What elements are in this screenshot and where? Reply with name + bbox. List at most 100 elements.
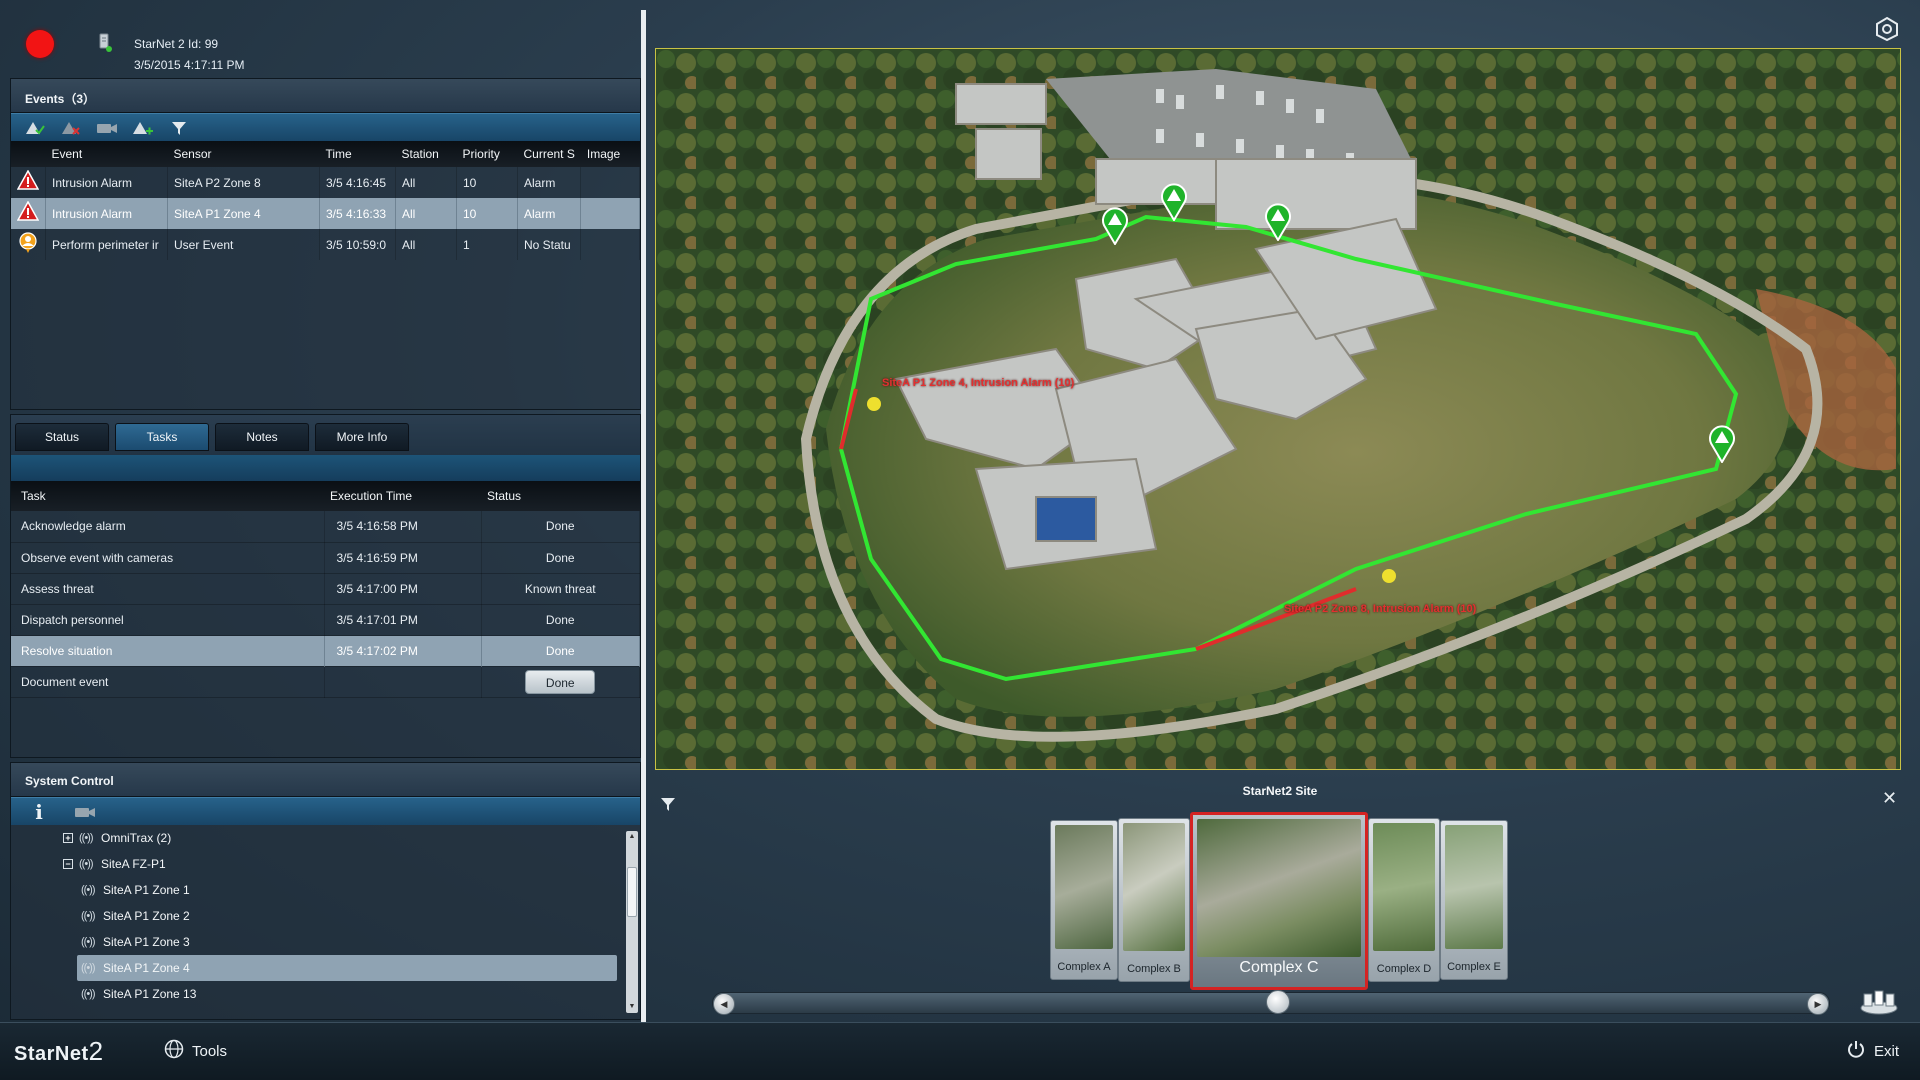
filter-icon[interactable] — [660, 796, 676, 815]
scroll-thumb[interactable] — [627, 867, 637, 917]
site-card[interactable]: Complex E — [1440, 820, 1508, 980]
exit-button[interactable]: Exit — [1846, 1039, 1899, 1063]
tree-item[interactable]: ((•)) SiteA P1 Zone 3 — [11, 929, 621, 955]
event-image — [580, 167, 640, 198]
tab-notes[interactable]: Notes — [215, 423, 309, 451]
add-event-icon[interactable] — [131, 118, 155, 138]
event-status: Alarm — [517, 167, 582, 198]
scroll-down-icon[interactable]: ▼ — [627, 1002, 637, 1012]
task-time: 3/5 4:17:00 PM — [324, 573, 482, 605]
green-alarm-marker-icon[interactable] — [1264, 203, 1292, 241]
event-time: 3/5 10:59:0 — [319, 229, 396, 260]
events-col-time[interactable]: Time — [319, 141, 396, 167]
alarm-label-zone4[interactable]: SiteA P1 Zone 4, Intrusion Alarm (10) — [882, 377, 1074, 389]
site-card[interactable]: Complex D — [1368, 818, 1440, 982]
tab-status[interactable]: Status — [15, 423, 109, 451]
carousel-view-icon[interactable] — [1858, 988, 1900, 1018]
events-panel: Events（3） Event Sensor Time Station Prio… — [10, 78, 641, 410]
event-time: 3/5 4:16:33 — [319, 198, 396, 229]
site-card[interactable]: Complex A — [1050, 820, 1118, 980]
event-row[interactable]: Intrusion Alarm SiteA P2 Zone 8 3/5 4:16… — [11, 167, 640, 198]
event-image — [580, 229, 640, 260]
task-name: Resolve situation — [11, 635, 325, 667]
task-row[interactable]: Assess threat 3/5 4:17:00 PM Known threa… — [11, 573, 640, 605]
events-col-event[interactable]: Event — [45, 141, 168, 167]
task-status: Done — [481, 635, 640, 667]
info-icon[interactable]: i — [27, 800, 51, 824]
tree-item-label: SiteA FZ-P1 — [101, 857, 166, 871]
close-icon[interactable]: ✕ — [1882, 788, 1897, 809]
task-row[interactable]: Document event Done — [11, 666, 640, 698]
sensor-icon: ((•)) — [79, 832, 94, 844]
acknowledge-icon[interactable] — [23, 118, 47, 138]
task-row[interactable]: Acknowledge alarm 3/5 4:16:58 PM Done — [11, 511, 640, 543]
camera-icon[interactable] — [95, 118, 119, 138]
tree-item[interactable]: + ((•)) OmniTrax (2) — [11, 825, 621, 851]
green-alarm-marker-icon[interactable] — [1160, 183, 1188, 221]
green-alarm-marker-icon[interactable] — [1708, 425, 1736, 463]
done-button[interactable]: Done — [525, 669, 596, 694]
sensor-icon: ((•)) — [81, 884, 96, 896]
slider-thumb[interactable] — [1266, 990, 1290, 1014]
events-col-sensor[interactable]: Sensor — [167, 141, 320, 167]
tools-menu-button[interactable]: Tools — [164, 1039, 227, 1063]
site-card-label: Complex A — [1057, 961, 1111, 973]
event-sensor: User Event — [167, 229, 320, 260]
events-col-image[interactable]: Image — [580, 141, 640, 167]
tree-item-label: OmniTrax (2) — [101, 831, 172, 845]
tasks-col-task[interactable]: Task — [11, 481, 324, 511]
event-station: All — [395, 229, 457, 260]
task-name: Observe event with cameras — [11, 542, 325, 574]
tasks-col-status[interactable]: Status — [481, 481, 640, 511]
site-thumbnail — [1055, 825, 1113, 949]
collapse-icon[interactable]: − — [63, 859, 73, 869]
task-status: Done — [481, 542, 640, 574]
tree-item-label: SiteA P1 Zone 2 — [103, 909, 190, 923]
tree-item[interactable]: ((•)) SiteA P1 Zone 2 — [11, 903, 621, 929]
task-row[interactable]: Dispatch personnel 3/5 4:17:01 PM Done — [11, 604, 640, 636]
camera-icon[interactable] — [73, 802, 97, 822]
logo-number: 2 — [88, 1036, 104, 1066]
device-tree: + ((•)) OmniTrax (2) − ((•)) SiteA FZ-P1… — [11, 825, 621, 1019]
site-card[interactable]: Complex B — [1118, 818, 1190, 982]
slider-right-icon[interactable]: ▶ — [1807, 993, 1829, 1015]
expand-icon[interactable]: + — [63, 833, 73, 843]
site-card-selected[interactable]: Complex C — [1190, 812, 1368, 990]
settings-gear-icon[interactable] — [1874, 16, 1900, 42]
events-col-priority[interactable]: Priority — [456, 141, 518, 167]
scroll-up-icon[interactable]: ▲ — [627, 832, 637, 842]
clear-icon[interactable] — [59, 118, 83, 138]
tree-item[interactable]: ((•)) SiteA P1 Zone 1 — [11, 877, 621, 903]
tree-scrollbar[interactable]: ▲ ▼ — [626, 831, 638, 1013]
event-name: Perform perimeter ir — [45, 229, 168, 260]
panel-divider[interactable] — [641, 10, 646, 1022]
event-sensor: SiteA P2 Zone 8 — [167, 167, 320, 198]
tree-item[interactable]: ((•)) SiteA P1 Zone 13 — [11, 981, 621, 1007]
system-control-title: System Control — [11, 763, 640, 797]
event-image — [580, 198, 640, 229]
tab-more-info[interactable]: More Info — [315, 423, 409, 451]
task-name: Dispatch personnel — [11, 604, 325, 636]
station-header: StarNet 2 Id: 99 3/5/2015 4:17:11 PM — [0, 0, 644, 78]
alarm-label-zone8[interactable]: SiteA P2 Zone 8, Intrusion Alarm (10) — [1284, 603, 1476, 615]
event-name: Intrusion Alarm — [45, 198, 168, 229]
task-row[interactable]: Resolve situation 3/5 4:17:02 PM Done — [11, 635, 640, 667]
green-alarm-marker-icon[interactable] — [1101, 207, 1129, 245]
tree-item-selected[interactable]: ((•)) SiteA P1 Zone 4 — [77, 955, 617, 981]
tree-item[interactable]: − ((•)) SiteA FZ-P1 — [11, 851, 621, 877]
event-row[interactable]: Perform perimeter ir User Event 3/5 10:5… — [11, 229, 640, 260]
filter-icon[interactable] — [167, 118, 191, 138]
events-col-station[interactable]: Station — [395, 141, 457, 167]
events-col-status[interactable]: Current S — [517, 141, 581, 167]
logo-text: StarNet — [14, 1043, 89, 1065]
slider-left-icon[interactable]: ◀ — [713, 993, 735, 1015]
tasks-col-time[interactable]: Execution Time — [324, 481, 481, 511]
tree-item-label: SiteA P1 Zone 4 — [103, 961, 190, 975]
recording-indicator — [26, 30, 54, 58]
site-map[interactable]: SiteA P1 Zone 4, Intrusion Alarm (10) Si… — [655, 48, 1901, 770]
task-status: Done — [481, 511, 640, 543]
event-row[interactable]: Intrusion Alarm SiteA P1 Zone 4 3/5 4:16… — [11, 198, 640, 229]
task-row[interactable]: Observe event with cameras 3/5 4:16:59 P… — [11, 542, 640, 574]
tab-tasks[interactable]: Tasks — [115, 423, 209, 451]
alarm-triangle-icon — [11, 198, 46, 229]
